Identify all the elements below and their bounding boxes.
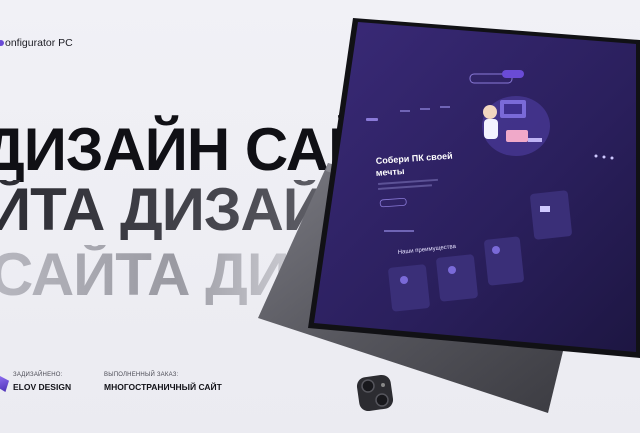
designer-name: ELOV DESIGN [13, 382, 72, 392]
designed-label: ЗАДИЗАЙНЕНО: [13, 372, 63, 378]
tablet-screen [314, 22, 636, 352]
brand-name: onfigurator PC [5, 37, 73, 49]
logo-icon [0, 40, 4, 47]
screen-link [384, 230, 414, 232]
screen-hero-title-2: мечты [375, 166, 405, 178]
tablet-mockup: Собери ПК своей мечты Наши преимущества [258, 18, 640, 418]
tablet-illustration: Собери ПК своей мечты Наши преимущества [258, 18, 640, 413]
order-block: ВЫПОЛНЕННЫЙ ЗАКАЗ: МНОГОСТРАНИЧНЫЙ САЙТ [104, 372, 222, 392]
order-label: ВЫПОЛНЕННЫЙ ЗАКАЗ: [104, 372, 179, 378]
footer: ЗАДИЗАЙНЕНО: ELOV DESIGN ВЫПОЛНЕННЫЙ ЗАК… [0, 372, 640, 412]
designer-logo-icon [0, 376, 9, 392]
order-value: МНОГОСТРАНИЧНЫЙ САЙТ [104, 382, 222, 392]
hero-illustration [482, 96, 550, 156]
brand-logo[interactable]: onfigurator PC [0, 37, 73, 49]
